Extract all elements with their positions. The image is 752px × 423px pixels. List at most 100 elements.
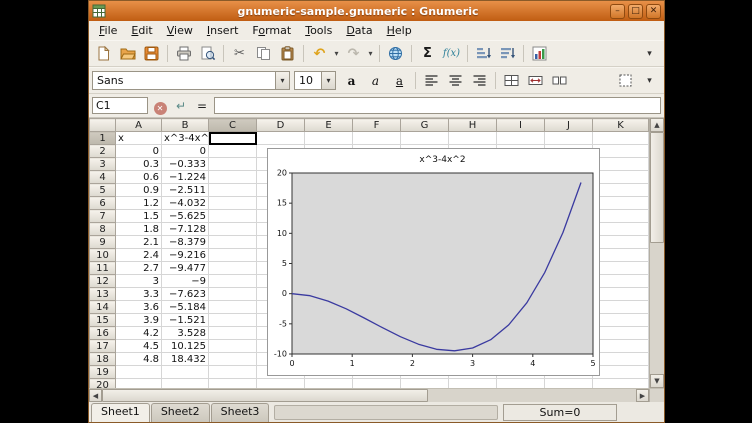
hyperlink-button[interactable] — [384, 43, 407, 65]
cut-button[interactable]: ✂ — [228, 43, 251, 65]
menu-data[interactable]: Data — [339, 22, 379, 39]
align-center-button[interactable] — [444, 70, 467, 92]
column-header-B[interactable]: B — [162, 119, 209, 132]
paste-button[interactable] — [276, 43, 299, 65]
cell-E1[interactable] — [305, 132, 353, 145]
accept-button[interactable]: ↵ — [172, 99, 190, 113]
menu-tools[interactable]: Tools — [298, 22, 339, 39]
cell-A10[interactable]: 2.4 — [116, 249, 162, 262]
vertical-scroll-thumb[interactable] — [650, 132, 664, 243]
cell-A18[interactable]: 4.8 — [116, 353, 162, 366]
cell-H1[interactable] — [449, 132, 497, 145]
scroll-down-icon[interactable]: ▼ — [650, 374, 664, 388]
cell-B9[interactable]: −8.379 — [162, 236, 209, 249]
cell-reference-box[interactable]: C1 — [92, 97, 148, 114]
menu-view[interactable]: View — [160, 22, 200, 39]
title-bar[interactable]: gnumeric-sample.gnumeric : Gnumeric –□✕ — [89, 1, 664, 21]
cell-G1[interactable] — [401, 132, 449, 145]
column-header-A[interactable]: A — [116, 119, 162, 132]
row-header-4[interactable]: 4 — [90, 171, 116, 184]
column-header-D[interactable]: D — [257, 119, 305, 132]
column-header-G[interactable]: G — [401, 119, 449, 132]
equals-button[interactable]: = — [193, 99, 211, 113]
vertical-scrollbar[interactable]: ▲ ▼ — [649, 118, 664, 388]
cell-B2[interactable]: 0 — [162, 145, 209, 158]
cell-A6[interactable]: 1.2 — [116, 197, 162, 210]
cell-B8[interactable]: −7.128 — [162, 223, 209, 236]
cell-K1[interactable] — [593, 132, 649, 145]
row-header-12[interactable]: 12 — [90, 275, 116, 288]
cell-B17[interactable]: 10.125 — [162, 340, 209, 353]
cell-A9[interactable]: 2.1 — [116, 236, 162, 249]
cell-C7[interactable] — [209, 210, 257, 223]
cell-B15[interactable]: −1.521 — [162, 314, 209, 327]
align-left-button[interactable] — [420, 70, 443, 92]
row-header-2[interactable]: 2 — [90, 145, 116, 158]
cell-I1[interactable] — [497, 132, 545, 145]
cell-A20[interactable] — [116, 379, 162, 389]
cell-D20[interactable] — [257, 379, 305, 389]
column-header-E[interactable]: E — [305, 119, 353, 132]
sheet-tab-sheet1[interactable]: Sheet1 — [91, 403, 150, 422]
cell-C17[interactable] — [209, 340, 257, 353]
scroll-left-icon[interactable]: ◀ — [89, 389, 102, 402]
merge-button[interactable] — [500, 70, 523, 92]
menu-edit[interactable]: Edit — [124, 22, 159, 39]
cell-C5[interactable] — [209, 184, 257, 197]
font-size-combo[interactable]: 10 ▾ — [294, 71, 336, 90]
cell-C14[interactable] — [209, 301, 257, 314]
cell-C6[interactable] — [209, 197, 257, 210]
scroll-up-icon[interactable]: ▲ — [650, 118, 664, 132]
dropdown-arrow-icon[interactable]: ▾ — [366, 49, 375, 58]
select-all-corner[interactable] — [90, 119, 116, 132]
new-file-button[interactable] — [92, 43, 115, 65]
cell-A1[interactable]: x — [116, 132, 162, 145]
cell-B5[interactable]: −2.511 — [162, 184, 209, 197]
sum-button[interactable]: Σ — [416, 43, 439, 65]
cell-H20[interactable] — [449, 379, 497, 389]
cell-F1[interactable] — [353, 132, 401, 145]
cell-B19[interactable] — [162, 366, 209, 379]
cell-C19[interactable] — [209, 366, 257, 379]
cancel-button[interactable]: ✕ — [151, 96, 169, 115]
chevron-button[interactable]: ▾ — [638, 70, 661, 92]
align-right-button[interactable] — [468, 70, 491, 92]
open-button[interactable] — [116, 43, 139, 65]
dropdown-arrow-icon[interactable]: ▾ — [332, 49, 341, 58]
menu-help[interactable]: Help — [380, 22, 419, 39]
cell-C8[interactable] — [209, 223, 257, 236]
cell-A5[interactable]: 0.9 — [116, 184, 162, 197]
cell-C12[interactable] — [209, 275, 257, 288]
split-button[interactable] — [548, 70, 571, 92]
chevron-button[interactable]: ▾ — [638, 43, 661, 65]
formula-entry-field[interactable] — [214, 97, 661, 114]
horizontal-scroll-track[interactable] — [102, 389, 636, 402]
cell-D1[interactable] — [257, 132, 305, 145]
cell-A19[interactable] — [116, 366, 162, 379]
row-header-10[interactable]: 10 — [90, 249, 116, 262]
cell-C13[interactable] — [209, 288, 257, 301]
cell-C1[interactable] — [209, 132, 257, 145]
row-header-20[interactable]: 20 — [90, 379, 116, 389]
undo-button[interactable]: ↶ — [308, 43, 331, 65]
cell-C20[interactable] — [209, 379, 257, 389]
function-button[interactable]: f(x) — [440, 43, 463, 65]
cell-B3[interactable]: −0.333 — [162, 158, 209, 171]
cell-A3[interactable]: 0.3 — [116, 158, 162, 171]
borders-button[interactable] — [614, 70, 637, 92]
cell-C9[interactable] — [209, 236, 257, 249]
cell-A2[interactable]: 0 — [116, 145, 162, 158]
sheet-tab-sheet3[interactable]: Sheet3 — [211, 403, 270, 422]
cell-A14[interactable]: 3.6 — [116, 301, 162, 314]
cell-G20[interactable] — [401, 379, 449, 389]
cell-K20[interactable] — [593, 379, 649, 389]
column-header-H[interactable]: H — [449, 119, 497, 132]
sort-desc-button[interactable] — [496, 43, 519, 65]
row-header-11[interactable]: 11 — [90, 262, 116, 275]
cell-A17[interactable]: 4.5 — [116, 340, 162, 353]
cell-E20[interactable] — [305, 379, 353, 389]
font-name-combo[interactable]: Sans ▾ — [92, 71, 290, 90]
cell-C16[interactable] — [209, 327, 257, 340]
row-header-8[interactable]: 8 — [90, 223, 116, 236]
cell-A7[interactable]: 1.5 — [116, 210, 162, 223]
